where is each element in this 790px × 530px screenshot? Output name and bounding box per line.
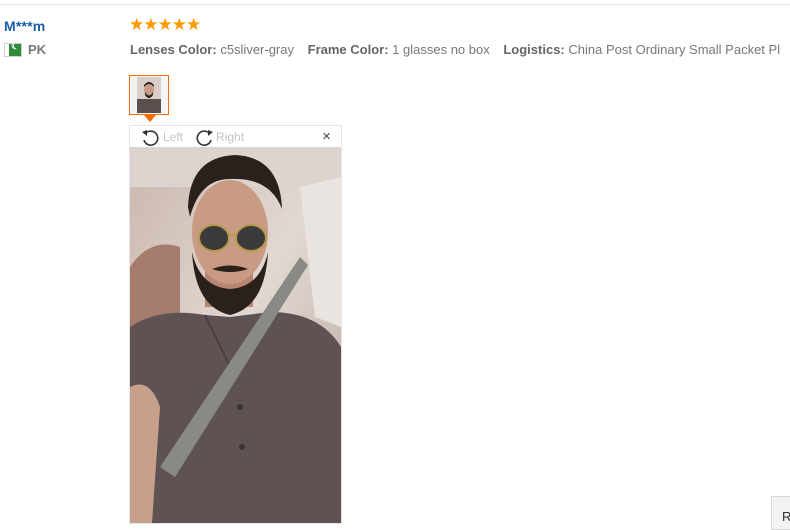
review-photo-image <box>130 147 341 523</box>
buyer-name[interactable]: M***m <box>4 18 114 34</box>
rotate-right-icon <box>196 129 214 146</box>
rotate-right-button[interactable]: Right <box>193 128 244 146</box>
rotate-left-label: Left <box>163 129 184 144</box>
review-photo <box>130 147 341 523</box>
review-photo-thumbnail[interactable] <box>129 75 169 115</box>
thumbnail-pointer <box>144 115 156 122</box>
attr-key: Frame Color: <box>307 42 389 57</box>
pakistan-flag-icon <box>4 41 22 57</box>
attr-value: China Post Ordinary Small Packet Pl <box>568 42 781 57</box>
buyer-country: PK <box>4 41 114 57</box>
close-icon[interactable]: × <box>322 128 331 145</box>
rotate-left-button[interactable]: Left <box>140 128 183 146</box>
attr-logistics: Logistics: China Post Ordinary Small Pac… <box>503 42 780 57</box>
buyer-info: M***m PK <box>4 18 114 57</box>
attr-key: Logistics: <box>503 42 565 57</box>
order-attributes: Lenses Color: c5sliver-gray Frame Color:… <box>130 42 790 57</box>
attr-value: 1 glasses no box <box>392 42 490 57</box>
star-rating: ★★★★★ <box>129 15 201 34</box>
photo-viewer: Left Right × <box>129 125 342 524</box>
rotate-left-icon <box>142 129 159 146</box>
attr-lenses-color: Lenses Color: c5sliver-gray <box>130 42 298 57</box>
attr-value: c5sliver-gray <box>220 42 294 57</box>
viewer-toolbar: Left Right × <box>130 126 341 147</box>
thumbnail-photo <box>137 77 161 113</box>
top-divider <box>0 4 790 5</box>
attr-key: Lenses Color: <box>130 42 217 57</box>
rotate-right-label: Right <box>216 129 245 144</box>
country-code: PK <box>28 42 47 57</box>
corner-button[interactable]: R <box>771 496 790 530</box>
attr-frame-color: Frame Color: 1 glasses no box <box>308 42 494 57</box>
